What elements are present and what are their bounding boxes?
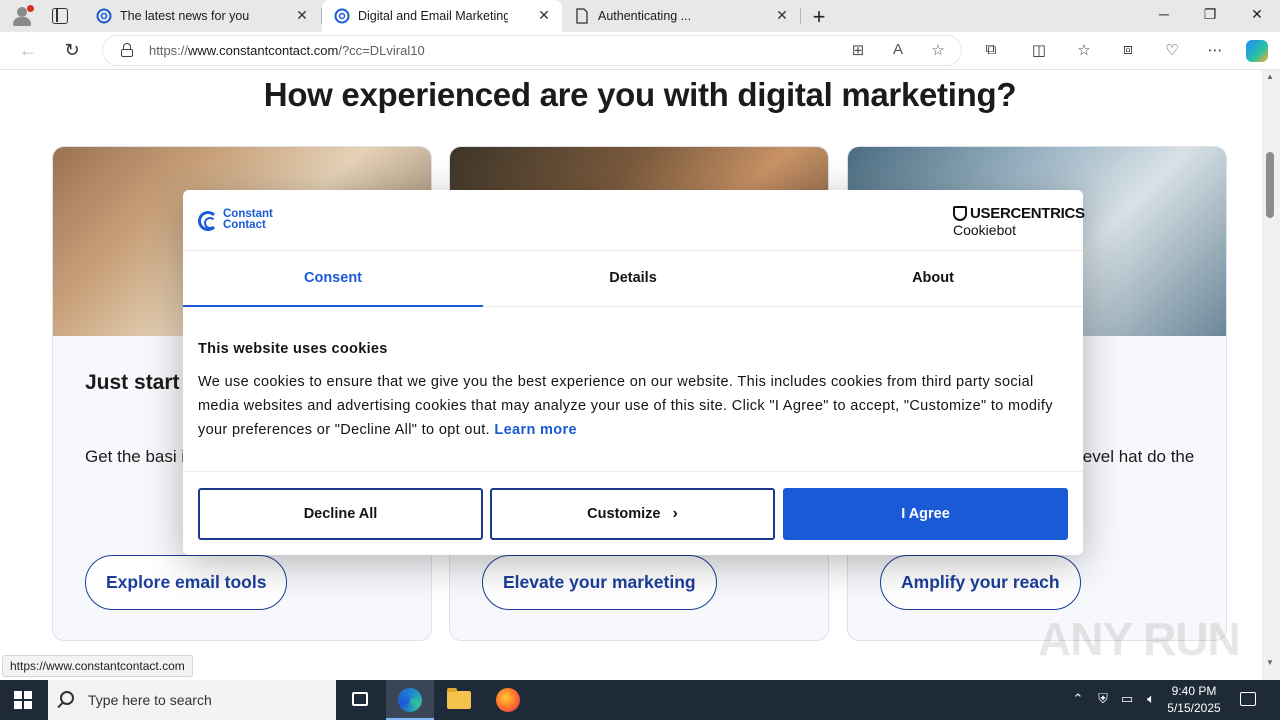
close-tab-icon[interactable]: ✕ [774,7,790,24]
collections-icon[interactable]: ⧈ [1117,41,1139,58]
tab-details[interactable]: Details [483,251,783,307]
tab-actions-icon[interactable] [52,8,68,24]
tab-constant-contact[interactable]: Digital and Email Marketing Platf ✕ [322,0,562,32]
customize-button[interactable]: Customize › [490,488,775,540]
consent-tabs: Consent Details About [183,250,1083,307]
scroll-up-icon[interactable]: ▲ [1266,72,1274,81]
tab-label: Authenticating ... [598,9,692,23]
chevron-right-icon: › [672,505,678,522]
dialog-heading: This website uses cookies [198,341,388,357]
system-clock[interactable]: 9:40 PM 5/15/2025 [1160,683,1228,717]
taskbar-edge[interactable] [386,680,434,720]
taskbar-firefox[interactable] [484,680,532,720]
clock-date: 5/15/2025 [1167,701,1221,715]
taskbar-file-explorer[interactable] [435,680,483,720]
volume-icon[interactable]: 🔈︎ [1142,691,1160,707]
web-page: How experienced are you with digital mar… [0,70,1262,680]
browser-essentials-icon[interactable]: ♡ [1161,41,1183,59]
restore-icon[interactable]: ❐ [1200,6,1220,23]
scroll-down-icon[interactable]: ▼ [1266,658,1274,667]
elevate-marketing-button[interactable]: Elevate your marketing [482,555,717,610]
profile-avatar-icon[interactable] [10,5,34,27]
learn-more-link[interactable]: Learn more [494,422,576,438]
scrollbar-thumb[interactable] [1266,152,1274,218]
page-icon [576,8,588,24]
explore-email-tools-button[interactable]: Explore email tools [85,555,288,610]
customize-label: Customize [587,506,661,522]
close-tab-icon[interactable]: ✕ [536,7,552,24]
show-hidden-icons-icon[interactable]: ⌃ [1069,691,1087,707]
security-icon[interactable]: ⛨ [1094,691,1112,707]
tab-strip: The latest news for you ✕ Digital and Em… [0,0,1280,32]
more-options-icon[interactable]: ⋯ [1204,41,1226,59]
tab-consent[interactable]: Consent [183,251,483,307]
windows-taskbar: Type here to search ⌃ ⛨ ▭ 🔈︎ 9:40 PM 5/1… [0,680,1280,720]
copilot-icon[interactable] [1246,40,1268,62]
status-bar-url: https://www.constantcontact.com [2,655,193,677]
address-bar[interactable]: https://www.constantcontact.com/?cc=DLvi… [102,35,962,66]
new-tab-icon[interactable]: + [808,4,830,30]
search-placeholder: Type here to search [88,692,212,708]
close-window-icon[interactable]: ✕ [1247,6,1267,23]
page-scrollbar[interactable]: ▲ ▼ [1262,70,1280,680]
back-icon[interactable]: ← [17,40,39,61]
tab-latest-news[interactable]: The latest news for you ✕ [84,0,320,32]
extensions-icon[interactable]: ⧉ [980,41,1002,58]
favorite-star-icon[interactable]: ☆ [928,41,948,59]
favorites-icon[interactable]: ☆ [1073,41,1095,59]
card-title: Just start [85,371,180,394]
constant-contact-favicon-icon [334,8,350,24]
close-tab-icon[interactable]: ✕ [294,7,310,24]
windows-start-icon[interactable] [14,691,32,709]
task-view-icon [352,692,368,706]
app-available-icon[interactable]: ⊞ [848,41,868,59]
clock-time: 9:40 PM [1171,684,1217,698]
tab-authenticating[interactable]: Authenticating ... ✕ [562,0,800,32]
edge-news-icon [96,8,112,24]
split-screen-icon[interactable]: ◫ [1028,41,1050,59]
decline-all-button[interactable]: Decline All [198,488,483,540]
firefox-icon [496,688,520,712]
divider [183,471,1083,472]
i-agree-button[interactable]: I Agree [783,488,1068,540]
search-icon [60,691,74,705]
task-view-button[interactable] [336,680,384,720]
folder-icon [447,688,471,709]
url-text[interactable]: https://www.constantcontact.com/?cc=DLvi… [149,43,425,58]
browser-toolbar: ← ↻ https://www.constantcontact.com/?cc=… [0,32,1280,70]
read-aloud-icon[interactable]: A [888,41,908,58]
network-icon[interactable]: ▭ [1118,691,1136,707]
constant-contact-logo: Constant Contact [198,208,288,233]
minimize-icon[interactable]: ─ [1154,6,1174,22]
dialog-body: We use cookies to ensure that we give yo… [198,370,1068,442]
shield-icon [953,206,967,221]
page-headline: How experienced are you with digital mar… [263,76,1017,113]
tab-label: Digital and Email Marketing Platf [358,9,508,23]
tab-about[interactable]: About [783,251,1083,307]
lock-icon[interactable] [121,43,133,57]
amplify-reach-button[interactable]: Amplify your reach [880,555,1081,610]
tab-label: The latest news for you [120,9,250,23]
edge-icon [398,688,422,712]
refresh-icon[interactable]: ↻ [61,40,83,61]
consent-text: We use cookies to ensure that we give yo… [198,374,1053,438]
tab-separator [800,8,801,24]
notifications-icon[interactable] [1240,692,1256,706]
cookie-consent-dialog: Constant Contact USERCENTRICS Cookiebot C… [183,190,1085,555]
taskbar-search[interactable]: Type here to search [48,680,336,720]
anyrun-watermark: ANY RUN [1038,613,1241,665]
